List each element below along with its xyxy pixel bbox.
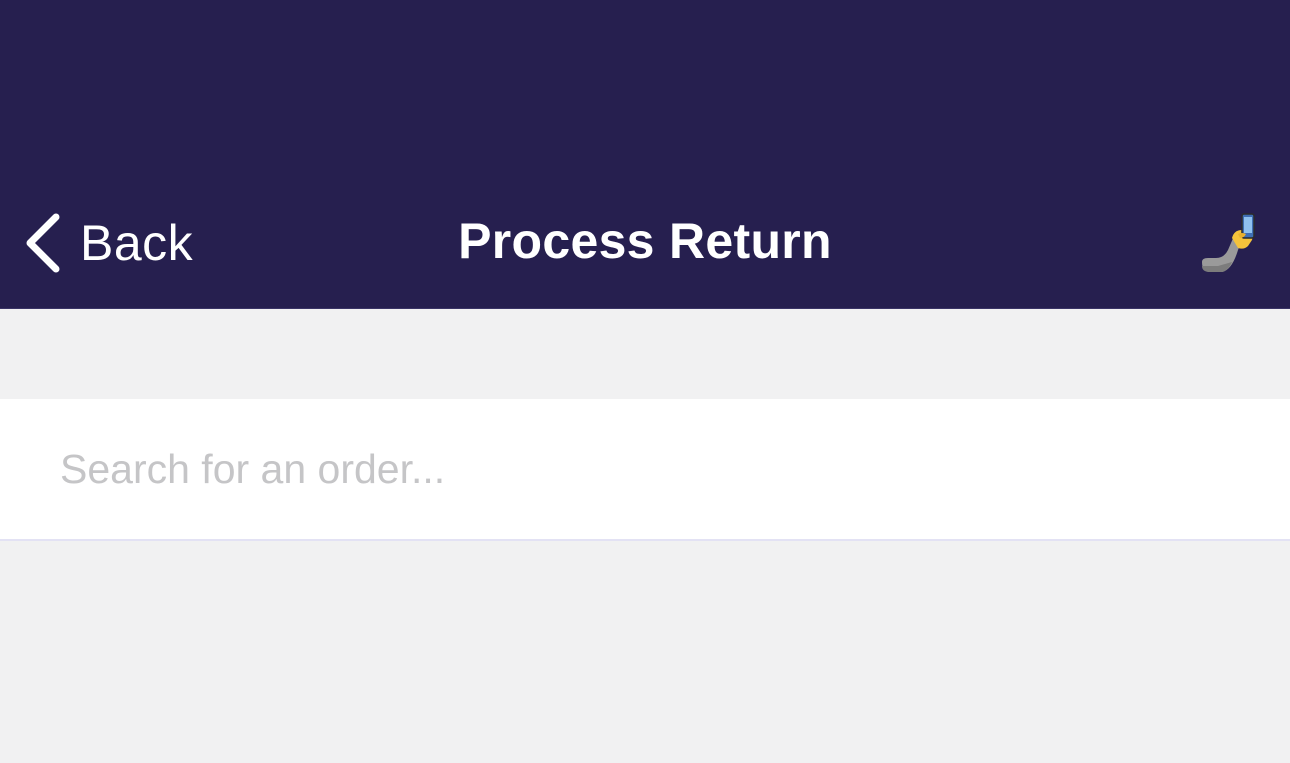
hand-holding-phone-icon xyxy=(1202,213,1255,272)
navigation-bar: Back Process Return xyxy=(0,0,1290,309)
page-title: Process Return xyxy=(458,213,832,269)
order-search-input[interactable] xyxy=(60,399,1260,539)
search-bar xyxy=(0,399,1290,541)
scan-button[interactable] xyxy=(1198,210,1262,276)
